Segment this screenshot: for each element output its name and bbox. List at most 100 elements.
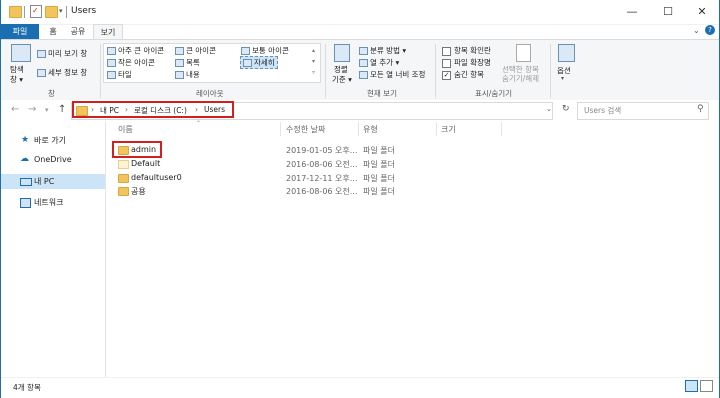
- column-header-name[interactable]: 이름: [118, 124, 133, 135]
- layout-list[interactable]: 목록: [175, 57, 200, 68]
- cloud-icon: ☁: [20, 154, 29, 164]
- folder-icon: [118, 174, 129, 183]
- group-label-pane: 창: [48, 89, 55, 98]
- file-name[interactable]: Default: [131, 159, 160, 168]
- hide-selected-label-2[interactable]: 숨기기/해제: [502, 73, 539, 84]
- forward-button[interactable]: →: [28, 104, 36, 115]
- ribbon-collapse-icon[interactable]: ⌄: [693, 26, 700, 35]
- column-divider[interactable]: [358, 122, 359, 136]
- sort-by-dropdown[interactable]: 기준 ▾: [332, 74, 352, 85]
- network-icon: [20, 198, 31, 208]
- layout-details[interactable]: 자세히: [240, 56, 278, 69]
- column-header-date[interactable]: 수정한 날짜: [286, 124, 325, 135]
- preview-pane-button[interactable]: 미리 보기 창: [37, 48, 87, 59]
- group-label-current-view: 현재 보기: [367, 89, 397, 98]
- group-divider: [550, 44, 551, 98]
- file-name[interactable]: 공용: [131, 186, 146, 197]
- size-all-columns-button[interactable]: 모든 열 너비 조정: [359, 69, 425, 80]
- group-by-button[interactable]: 분류 방법 ▾: [359, 45, 406, 56]
- file-date: 2019-01-05 오후...: [286, 146, 358, 155]
- new-folder-icon[interactable]: [45, 6, 58, 18]
- add-columns-button[interactable]: 열 추가 ▾: [359, 57, 399, 68]
- quick-access-dropdown-icon[interactable]: ▾: [59, 7, 63, 15]
- column-header-type[interactable]: 유형: [363, 124, 378, 135]
- large-icons-icon: [175, 47, 184, 55]
- refresh-icon[interactable]: ↻: [562, 104, 570, 114]
- address-dropdown-icon[interactable]: ⌄: [546, 105, 552, 113]
- checkbox[interactable]: [442, 46, 451, 56]
- computer-icon: [20, 178, 32, 186]
- column-divider[interactable]: [436, 122, 437, 136]
- maximize-button[interactable]: ☐: [651, 0, 685, 24]
- tab-home[interactable]: 홈: [43, 24, 63, 39]
- navigation-pane-icon: [11, 44, 31, 62]
- divider: [66, 6, 67, 18]
- admin-highlight-box: [112, 141, 162, 158]
- file-type: 파일 폴더: [363, 146, 395, 155]
- nav-item-quick-access[interactable]: ★ 바로 가기: [1, 133, 105, 148]
- extra-large-icons-icon: [107, 47, 116, 55]
- close-button[interactable]: ✕: [685, 0, 719, 24]
- details-pane-icon: [37, 69, 46, 77]
- file-type: 파일 폴더: [363, 160, 395, 169]
- column-divider[interactable]: [501, 122, 502, 136]
- layout-scroll-arrows[interactable]: ▴ ▾ ▿: [312, 45, 315, 78]
- folder-icon: [118, 160, 129, 169]
- details-icon: [243, 59, 252, 67]
- nav-item-onedrive[interactable]: ☁ OneDrive: [1, 152, 105, 167]
- layout-content[interactable]: 내용: [175, 69, 200, 80]
- explorer-window: ✓ ▾ Users — ☐ ✕ 파일 홈 공유 보기 ⌄ ? 탐색 창 ▾ 미리…: [1, 0, 719, 398]
- hidden-items-toggle[interactable]: ✓ 숨긴 항목: [442, 69, 484, 80]
- layout-medium-icons[interactable]: 보통 아이콘: [241, 45, 289, 56]
- sort-by-icon: [334, 44, 350, 62]
- options-icon: [558, 44, 575, 62]
- search-placeholder: Users 검색: [584, 106, 622, 115]
- add-columns-icon: [359, 59, 368, 67]
- details-view-icon[interactable]: [685, 380, 698, 392]
- nav-item-this-pc[interactable]: 내 PC: [1, 174, 105, 189]
- help-icon[interactable]: ?: [705, 25, 715, 35]
- layout-large-icons[interactable]: 큰 아이콘: [175, 45, 216, 56]
- group-divider: [325, 44, 326, 98]
- item-checkboxes-toggle[interactable]: 항목 확인란: [442, 45, 491, 56]
- search-icon[interactable]: ⚲: [697, 104, 704, 114]
- nav-item-network[interactable]: 네트워크: [1, 195, 105, 210]
- column-header-size[interactable]: 크기: [441, 124, 456, 135]
- group-by-icon: [359, 47, 368, 55]
- tab-share[interactable]: 공유: [65, 24, 91, 39]
- medium-icons-icon: [241, 47, 250, 55]
- options-dropdown-icon[interactable]: ▾: [561, 75, 564, 82]
- recent-locations-icon[interactable]: ▾: [45, 106, 49, 114]
- properties-icon[interactable]: ✓: [30, 5, 42, 18]
- layout-small-icons[interactable]: 작은 아이콘: [107, 57, 155, 68]
- large-icons-view-icon[interactable]: [700, 380, 713, 392]
- navigation-pane-dropdown[interactable]: 창 ▾: [10, 74, 23, 85]
- tab-file[interactable]: 파일: [1, 24, 39, 39]
- back-button[interactable]: ←: [11, 104, 19, 115]
- file-type: 파일 폴더: [363, 187, 395, 196]
- sort-ascending-icon: ⌃: [196, 120, 202, 127]
- pane-splitter[interactable]: [105, 122, 106, 377]
- divider: [24, 6, 25, 18]
- details-pane-button[interactable]: 세부 정보 창: [37, 67, 87, 78]
- up-button[interactable]: ↑: [58, 104, 66, 115]
- group-label-show-hide: 표시/숨기기: [475, 89, 513, 98]
- table-row[interactable]: [107, 184, 407, 197]
- content-icon: [175, 71, 184, 79]
- file-date: 2017-12-11 오후...: [286, 174, 358, 183]
- layout-tiles[interactable]: 타일: [107, 69, 132, 80]
- file-name[interactable]: defaultuser0: [131, 173, 182, 182]
- group-divider: [100, 44, 101, 98]
- column-divider[interactable]: [280, 122, 281, 136]
- layout-extra-large-icons[interactable]: 아주 큰 아이콘: [107, 45, 164, 56]
- minimize-button[interactable]: —: [615, 0, 649, 24]
- checkbox[interactable]: [442, 58, 451, 68]
- tab-view[interactable]: 보기: [93, 24, 123, 40]
- checkbox-checked[interactable]: ✓: [442, 70, 451, 80]
- preview-pane-icon: [37, 50, 46, 58]
- file-date: 2016-08-06 오전...: [286, 187, 358, 196]
- folder-icon: [118, 187, 129, 196]
- file-extensions-toggle[interactable]: 파일 확장명: [442, 57, 491, 68]
- list-icon: [175, 59, 184, 67]
- file-date: 2016-08-06 오전...: [286, 160, 358, 169]
